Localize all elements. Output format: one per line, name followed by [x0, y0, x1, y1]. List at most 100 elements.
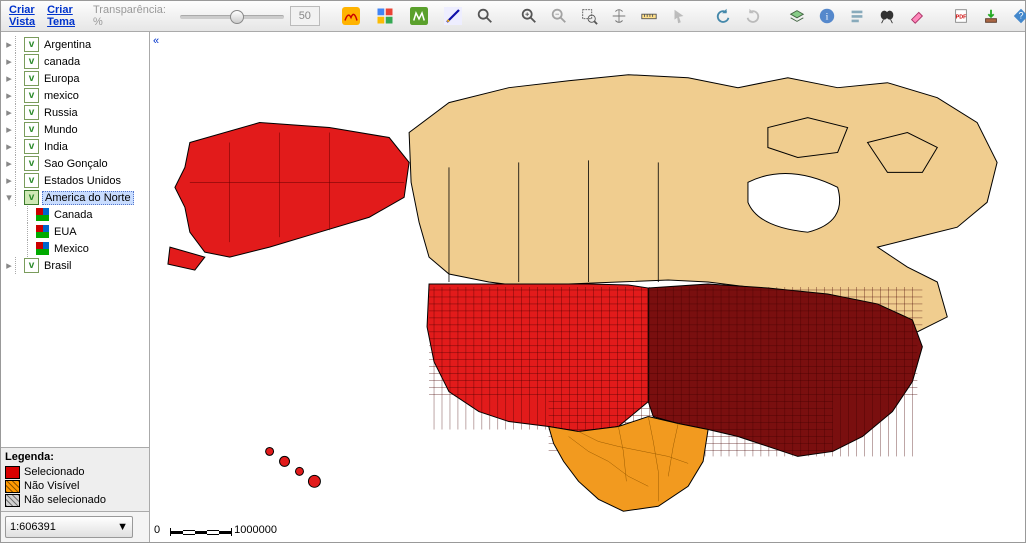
- legend-title: Legenda:: [5, 451, 145, 463]
- tree-label[interactable]: America do Norte: [42, 191, 134, 205]
- expander-icon[interactable]: ▸: [3, 175, 15, 187]
- zoom-area-icon[interactable]: [578, 5, 600, 27]
- legend-row: Selecionado: [5, 465, 145, 479]
- tree-subitem[interactable]: Canada: [3, 206, 147, 223]
- visibility-checkbox[interactable]: v: [24, 71, 39, 86]
- legend-panel: Legenda: SelecionadoNão VisívelNão selec…: [1, 447, 149, 511]
- query-icon[interactable]: [846, 5, 868, 27]
- scale-panel: 1:606391 ▼: [1, 511, 149, 542]
- measure-icon[interactable]: [638, 5, 660, 27]
- legend-label: Não selecionado: [24, 494, 106, 506]
- search-icon[interactable]: [474, 5, 496, 27]
- tree-item[interactable]: ▸ vMundo: [3, 121, 147, 138]
- top-toolbar: Criar Vista Criar Tema Transparência: % …: [1, 1, 1025, 32]
- transparency-slider[interactable]: [180, 8, 284, 24]
- tree-item[interactable]: ▸ vEuropa: [3, 70, 147, 87]
- map-svg: [150, 32, 1025, 542]
- layer-tree[interactable]: ▸vArgentina▸vcanada▸vEuropa▸vmexico▸vRus…: [1, 32, 149, 447]
- tree-label[interactable]: Argentina: [42, 39, 93, 51]
- top-links: Criar Vista Criar Tema: [1, 4, 83, 28]
- tree-label[interactable]: Estados Unidos: [42, 175, 123, 187]
- info-icon[interactable]: i: [816, 5, 838, 27]
- transparency-value: 50: [290, 6, 320, 26]
- tree-subitem[interactable]: EUA: [3, 223, 147, 240]
- criar-tema-link[interactable]: Criar Tema: [47, 4, 75, 28]
- region-alaska: [168, 123, 409, 270]
- legend-row: Não selecionado: [5, 493, 145, 507]
- visibility-checkbox[interactable]: v: [24, 173, 39, 188]
- criar-vista-link[interactable]: Criar Vista: [9, 4, 35, 28]
- layer-icon[interactable]: [786, 5, 808, 27]
- eraser-icon[interactable]: [906, 5, 928, 27]
- expander-icon[interactable]: ▸: [3, 158, 15, 170]
- tree-label[interactable]: India: [42, 141, 70, 153]
- expander-icon[interactable]: ▸: [3, 141, 15, 153]
- undo-icon[interactable]: [712, 5, 734, 27]
- visibility-checkbox[interactable]: v: [24, 105, 39, 120]
- terraview-icon[interactable]: [338, 3, 364, 29]
- expander-icon[interactable]: ▸: [3, 124, 15, 136]
- tree-label[interactable]: EUA: [52, 226, 79, 238]
- tree-label[interactable]: Canada: [52, 209, 95, 221]
- tree-item[interactable]: ▸ vArgentina: [3, 36, 147, 53]
- tree-label[interactable]: Europa: [42, 73, 81, 85]
- region-mexico: [549, 417, 708, 512]
- expander-icon[interactable]: ▸: [3, 260, 15, 272]
- visibility-checkbox[interactable]: v: [24, 258, 39, 273]
- expander-icon[interactable]: ▸: [3, 39, 15, 51]
- transparency-control: Transparência: % 50: [93, 4, 320, 28]
- tree-label[interactable]: mexico: [42, 90, 81, 102]
- main-body: ▸vArgentina▸vcanada▸vEuropa▸vmexico▸vRus…: [1, 32, 1025, 542]
- tree-label[interactable]: Brasil: [42, 260, 74, 272]
- tree-label[interactable]: Mexico: [52, 243, 91, 255]
- visibility-checkbox[interactable]: v: [24, 156, 39, 171]
- tree-item[interactable]: ▸ vSao Gonçalo: [3, 155, 147, 172]
- pointer-icon[interactable]: [668, 5, 690, 27]
- zoom-out-icon[interactable]: [548, 5, 570, 27]
- visibility-checkbox[interactable]: v: [24, 139, 39, 154]
- download-icon[interactable]: [980, 5, 1002, 27]
- tree-item[interactable]: ▸ vcanada: [3, 53, 147, 70]
- google-icon[interactable]: [372, 3, 398, 29]
- tree-item[interactable]: ▸ vmexico: [3, 87, 147, 104]
- zoom-in-icon[interactable]: [518, 5, 540, 27]
- scale-bar: 0 1000000: [154, 524, 277, 536]
- wikimapia-icon[interactable]: [406, 3, 432, 29]
- expander-icon[interactable]: ▸: [3, 90, 15, 102]
- draw-icon[interactable]: [440, 3, 466, 29]
- visibility-checkbox[interactable]: v: [24, 54, 39, 69]
- visibility-checkbox[interactable]: v: [24, 37, 39, 52]
- visibility-checkbox[interactable]: v: [24, 190, 39, 205]
- tree-label[interactable]: canada: [42, 56, 82, 68]
- redo-icon[interactable]: [742, 5, 764, 27]
- scale-value: 1:606391: [10, 521, 56, 533]
- scale-select[interactable]: 1:606391 ▼: [5, 516, 133, 538]
- pan-icon[interactable]: [608, 5, 630, 27]
- tree-item[interactable]: ▾ vAmerica do Norte: [3, 189, 147, 206]
- tree-item[interactable]: ▸ vRussia: [3, 104, 147, 121]
- legend-label: Selecionado: [24, 466, 85, 478]
- expander-icon[interactable]: ▾: [3, 192, 15, 204]
- tree-item[interactable]: ▸ vBrasil: [3, 257, 147, 274]
- expander-icon[interactable]: ▸: [3, 56, 15, 68]
- svg-text:PDF: PDF: [956, 15, 967, 21]
- legend-swatch: [5, 480, 20, 493]
- map-canvas[interactable]: «: [150, 32, 1025, 542]
- dropdown-icon: ▼: [117, 521, 128, 533]
- help-icon[interactable]: ?: [1010, 5, 1026, 27]
- legend-swatch: [5, 494, 20, 507]
- tree-label[interactable]: Sao Gonçalo: [42, 158, 110, 170]
- expander-icon[interactable]: ▸: [3, 73, 15, 85]
- visibility-checkbox[interactable]: v: [24, 88, 39, 103]
- tree-item[interactable]: ▸ vEstados Unidos: [3, 172, 147, 189]
- visibility-checkbox[interactable]: v: [24, 122, 39, 137]
- expander-icon[interactable]: ▸: [3, 107, 15, 119]
- pdf-icon[interactable]: PDF: [950, 5, 972, 27]
- tree-subitem[interactable]: Mexico: [3, 240, 147, 257]
- tree-item[interactable]: ▸ vIndia: [3, 138, 147, 155]
- toolbar-icons: i PDF ?: [332, 3, 1026, 29]
- find-icon[interactable]: [876, 5, 898, 27]
- legend-swatch: [5, 466, 20, 479]
- tree-label[interactable]: Mundo: [42, 124, 80, 136]
- tree-label[interactable]: Russia: [42, 107, 80, 119]
